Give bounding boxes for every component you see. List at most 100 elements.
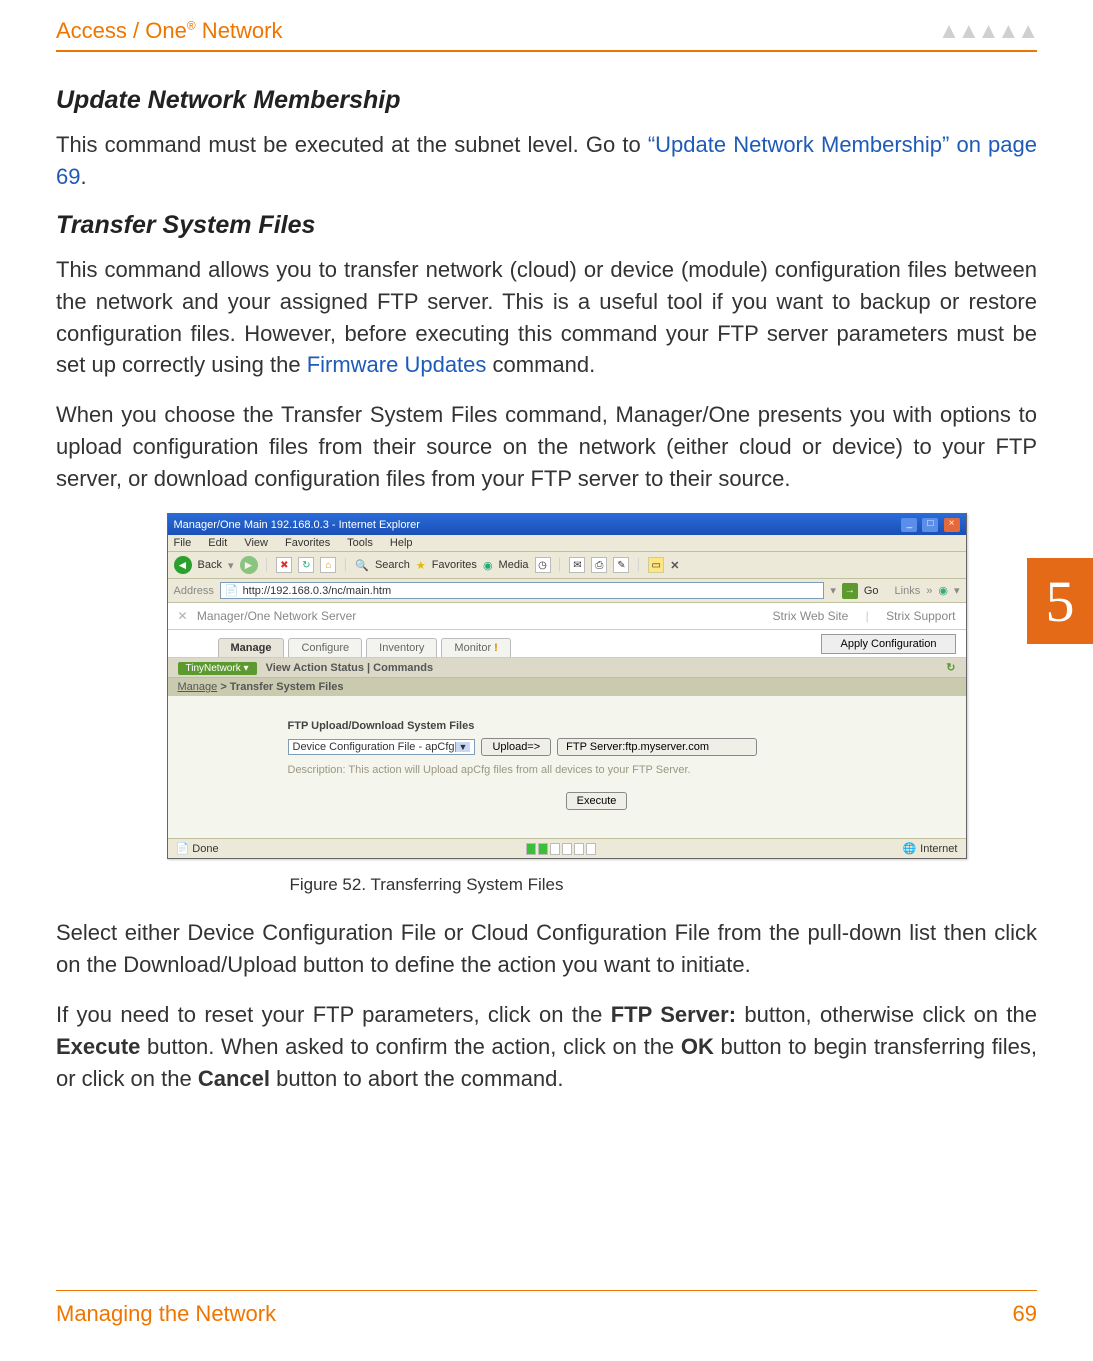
link-strix-site[interactable]: Strix Web Site [773, 609, 849, 623]
address-bar: Address 📄 http://192.168.0.3/nc/main.htm… [168, 579, 966, 603]
paragraph: This command allows you to transfer netw… [56, 254, 1037, 382]
bold-ftp-server: FTP Server: [611, 1002, 736, 1027]
screenshot-ie-window: Manager/One Main 192.168.0.3 - Internet … [167, 513, 967, 859]
refresh-icon[interactable]: ↻ [946, 661, 955, 674]
menu-bar: File Edit View Favorites Tools Help [168, 535, 966, 552]
strix-logo-icon: ✕ [178, 609, 188, 623]
paragraph: Select either Device Configuration File … [56, 917, 1037, 981]
tab-monitor[interactable]: Monitor! [441, 638, 510, 657]
chapter-tab: 5 [1027, 558, 1093, 644]
ftp-server-button[interactable]: FTP Server:ftp.myserver.com [557, 738, 757, 756]
logo-icon: ▲▲▲▲▲ [938, 18, 1037, 44]
page-icon: 📄 [225, 584, 239, 597]
menu-file[interactable]: File [174, 537, 192, 549]
address-label: Address [174, 585, 214, 597]
bold-ok: OK [681, 1034, 714, 1059]
folder-icon[interactable]: ▭ [648, 557, 664, 573]
window-titlebar: Manager/One Main 192.168.0.3 - Internet … [168, 514, 966, 535]
brand-suffix: Network [196, 18, 283, 43]
history-icon[interactable]: ◷ [535, 557, 551, 573]
page-header-brand: Access / One® Network [56, 18, 282, 44]
print-icon[interactable]: ⎙ [591, 557, 607, 573]
link-strix-support[interactable]: Strix Support [886, 609, 955, 623]
favorites-label[interactable]: Favorites [432, 559, 477, 571]
tab-monitor-label: Monitor [454, 642, 491, 654]
go-icon[interactable]: → [842, 583, 858, 599]
text: If you need to reset your FTP parameters… [56, 1002, 611, 1027]
page-footer: Managing the Network 69 [56, 1290, 1037, 1327]
favorites-icon[interactable]: ★ [416, 559, 426, 572]
back-icon[interactable]: ◄ [174, 556, 192, 574]
network-pill[interactable]: TinyNetwork ▾ [178, 662, 257, 675]
window-title: Manager/One Main 192.168.0.3 - Internet … [174, 519, 420, 531]
paragraph: If you need to reset your FTP parameters… [56, 999, 1037, 1095]
status-bar: 📄 Done 🌐 Internet [168, 838, 966, 858]
app-header: ✕ Manager/One Network Server Strix Web S… [168, 603, 966, 630]
media-label[interactable]: Media [499, 559, 529, 571]
text: button, otherwise click on the [736, 1002, 1037, 1027]
brand-prefix: Access / One [56, 18, 187, 43]
sub-bar: TinyNetwork ▾ View Action Status | Comma… [168, 658, 966, 678]
bold-execute: Execute [56, 1034, 140, 1059]
menu-edit[interactable]: Edit [208, 537, 227, 549]
menu-favorites[interactable]: Favorites [285, 537, 330, 549]
chevron-down-icon: ▼ [455, 742, 471, 752]
footer-page-number: 69 [1013, 1301, 1037, 1327]
link-firmware-updates[interactable]: Firmware Updates [307, 352, 487, 377]
menu-tools[interactable]: Tools [347, 537, 373, 549]
crumb-manage[interactable]: Manage [178, 681, 218, 693]
search-label[interactable]: Search [375, 559, 410, 571]
close-icon[interactable]: × [944, 518, 960, 532]
text: button. When asked to confirm the action… [140, 1034, 680, 1059]
links-label[interactable]: Links [895, 585, 921, 597]
strix-x-icon[interactable]: ✕ [670, 559, 679, 572]
text: button to abort the command. [270, 1066, 564, 1091]
menu-view[interactable]: View [244, 537, 268, 549]
app-title: Manager/One Network Server [197, 609, 356, 623]
file-type-select[interactable]: Device Configuration File - apCfg ▼ [288, 739, 476, 755]
search-icon[interactable]: 🔍 [355, 559, 369, 572]
status-done: Done [192, 843, 218, 855]
tab-manage[interactable]: Manage [218, 638, 285, 657]
forward-icon[interactable]: ► [240, 556, 258, 574]
main-panel: FTP Upload/Download System Files Device … [168, 696, 966, 838]
description-text: Description: This action will Upload apC… [288, 764, 906, 776]
refresh-icon[interactable]: ↻ [298, 557, 314, 573]
page-icon: 📄 [176, 843, 190, 855]
upload-button[interactable]: Upload=> [481, 738, 551, 756]
tab-inventory[interactable]: Inventory [366, 638, 437, 657]
address-value: http://192.168.0.3/nc/main.htm [243, 585, 392, 597]
antivirus-icon[interactable]: ◉ [938, 584, 948, 597]
select-value: Device Configuration File - apCfg [293, 741, 455, 753]
network-pill-label: TinyNetwork [186, 663, 241, 674]
address-input[interactable]: 📄 http://192.168.0.3/nc/main.htm [220, 582, 824, 599]
home-icon[interactable]: ⌂ [320, 557, 336, 573]
mail-icon[interactable]: ✉ [569, 557, 585, 573]
execute-button[interactable]: Execute [566, 792, 628, 810]
menu-help[interactable]: Help [390, 537, 413, 549]
paragraph: This command must be executed at the sub… [56, 129, 1037, 193]
section-heading-update-membership: Update Network Membership [56, 86, 1037, 115]
panel-title: FTP Upload/Download System Files [288, 720, 906, 732]
figure-caption: Figure 52. Transferring System Files [56, 875, 1037, 895]
maximize-icon[interactable]: □ [922, 518, 938, 532]
toolbar: ◄ Back ▾ ► │ ✖ ↻ ⌂ │ 🔍Search ★Favorites … [168, 552, 966, 579]
text: . [80, 164, 86, 189]
status-zone: Internet [920, 843, 957, 855]
progress-segments [526, 843, 596, 855]
media-icon[interactable]: ◉ [483, 559, 493, 572]
registered-mark: ® [187, 19, 196, 33]
breadcrumb: Manage > Transfer System Files [168, 678, 966, 696]
text: This command must be executed at the sub… [56, 132, 648, 157]
stop-icon[interactable]: ✖ [276, 557, 292, 573]
tab-configure[interactable]: Configure [288, 638, 362, 657]
minimize-icon[interactable]: _ [901, 518, 917, 532]
section-heading-transfer-files: Transfer System Files [56, 211, 1037, 240]
go-label[interactable]: Go [864, 585, 879, 597]
text: command. [486, 352, 595, 377]
apply-configuration-button[interactable]: Apply Configuration [821, 634, 955, 654]
edit-icon[interactable]: ✎ [613, 557, 629, 573]
paragraph: When you choose the Transfer System File… [56, 399, 1037, 495]
back-label[interactable]: Back [198, 559, 222, 571]
subbar-text[interactable]: View Action Status | Commands [266, 662, 434, 674]
